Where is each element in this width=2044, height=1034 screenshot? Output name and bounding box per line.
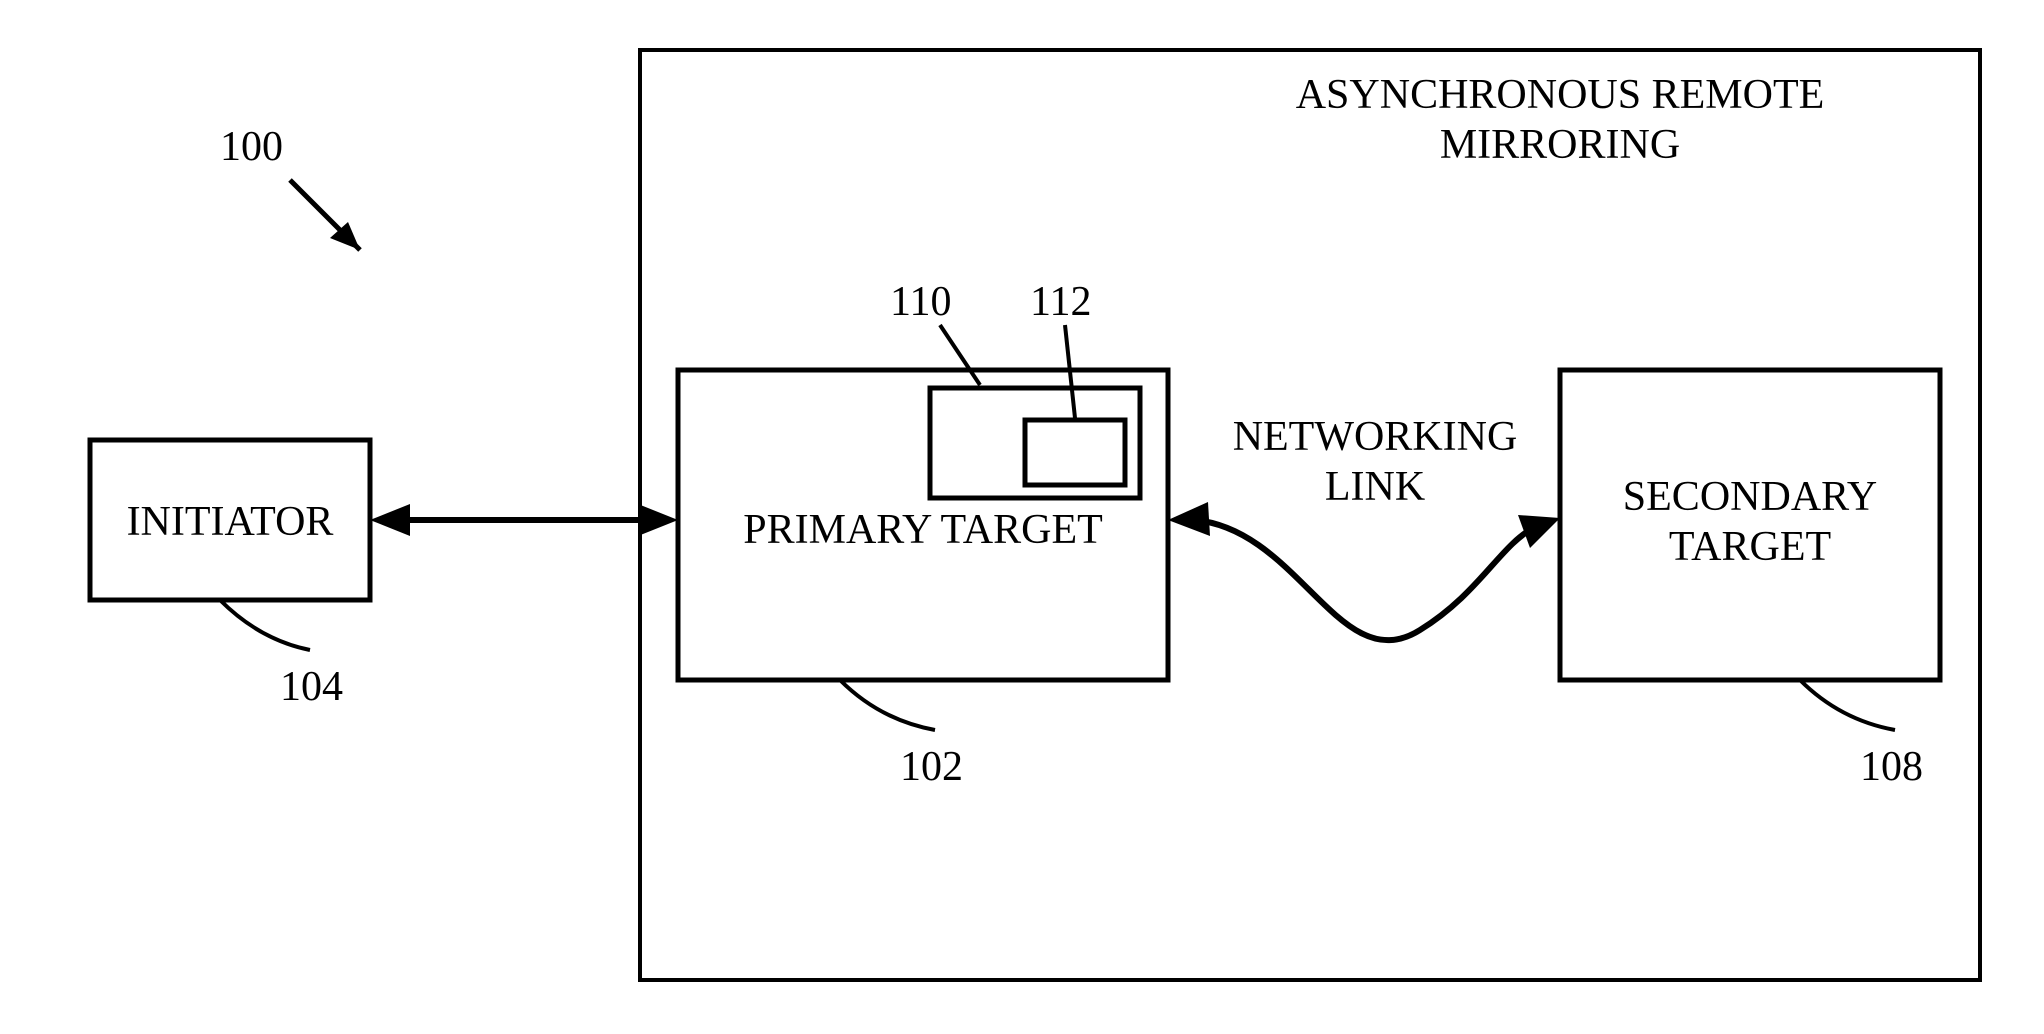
initiator-primary-arrowhead-left [370,504,410,536]
inner-outer-box [930,388,1140,498]
primary-target-label: PRIMARY TARGET [743,507,1103,553]
container-title-line2: MIRRORING [1440,122,1680,168]
networking-link-arrowhead-right [1518,515,1560,548]
initiator-label: INITIATOR [127,499,334,545]
secondary-target-label-1: SECONDARY [1623,474,1877,520]
networking-link-label-2: LINK [1325,464,1425,510]
primary-target-lead-line [840,680,935,730]
container-title-line1: ASYNCHRONOUS REMOTE [1296,72,1825,118]
inner-inner-box [1025,420,1125,485]
primary-target-refnum: 102 [900,744,963,790]
secondary-target-refnum: 108 [1860,744,1923,790]
inner-outer-refnum: 110 [890,279,951,325]
secondary-target-lead-line [1800,680,1895,730]
secondary-target-label-2: TARGET [1669,524,1831,570]
diagram-canvas: ASYNCHRONOUS REMOTE MIRRORING 100 INITIA… [0,0,2044,1034]
initiator-primary-arrowhead-right [638,504,678,536]
networking-link-arrowhead-left [1168,502,1210,536]
networking-link-curve [1195,520,1535,640]
networking-link-label-1: NETWORKING [1233,414,1518,460]
initiator-refnum: 104 [280,664,343,710]
inner-outer-lead [940,325,980,385]
inner-inner-refnum: 112 [1030,279,1091,325]
initiator-lead-line [220,600,310,650]
figure-refnum: 100 [220,124,283,170]
